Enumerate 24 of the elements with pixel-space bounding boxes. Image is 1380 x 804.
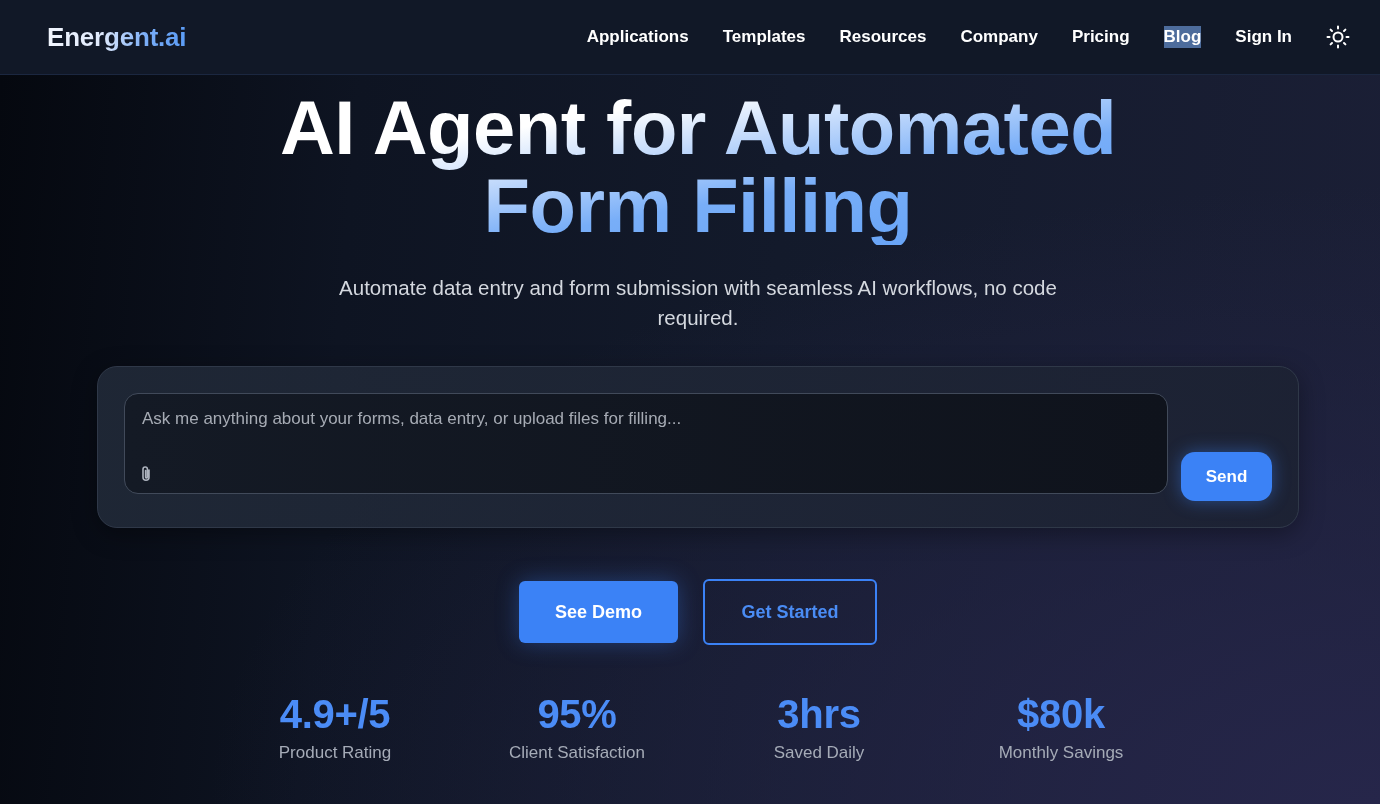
nav-link[interactable]: Sign In (1235, 26, 1292, 48)
see-demo-button[interactable]: See Demo (519, 581, 678, 643)
sun-icon (1326, 25, 1350, 49)
nav-link[interactable]: Resources (839, 26, 927, 48)
nav-link[interactable]: Blog (1163, 26, 1202, 48)
stat-label: Saved Daily (773, 742, 865, 764)
stat-value: 4.9+/5 (279, 691, 391, 738)
send-button[interactable]: Send (1181, 452, 1272, 501)
theme-toggle-button[interactable] (1326, 25, 1350, 49)
nav-link[interactable]: Applications (586, 26, 689, 48)
stat-value: $80k (1017, 691, 1105, 738)
nav-link[interactable]: Templates (722, 26, 806, 48)
stat-value: 95% (537, 691, 617, 738)
attach-button[interactable] (139, 465, 153, 483)
nav-link[interactable]: Pricing (1071, 26, 1130, 48)
stat-label: Product Rating (278, 742, 392, 764)
paperclip-icon (139, 465, 153, 483)
hero-subtitle: Automate data entry and form submission with seamless AI workflows, no code required. (338, 275, 1058, 331)
chat-input-field[interactable]: Ask me anything about your forms, data entry, or upload files for filling... (124, 393, 1168, 494)
stat-label: Monthly Savings (998, 742, 1124, 764)
stat-value: 3hrs (777, 691, 861, 738)
nav-link[interactable]: Company (960, 26, 1038, 48)
stat-label: Client Satisfaction (508, 742, 646, 764)
get-started-button[interactable]: Get Started (703, 579, 877, 645)
